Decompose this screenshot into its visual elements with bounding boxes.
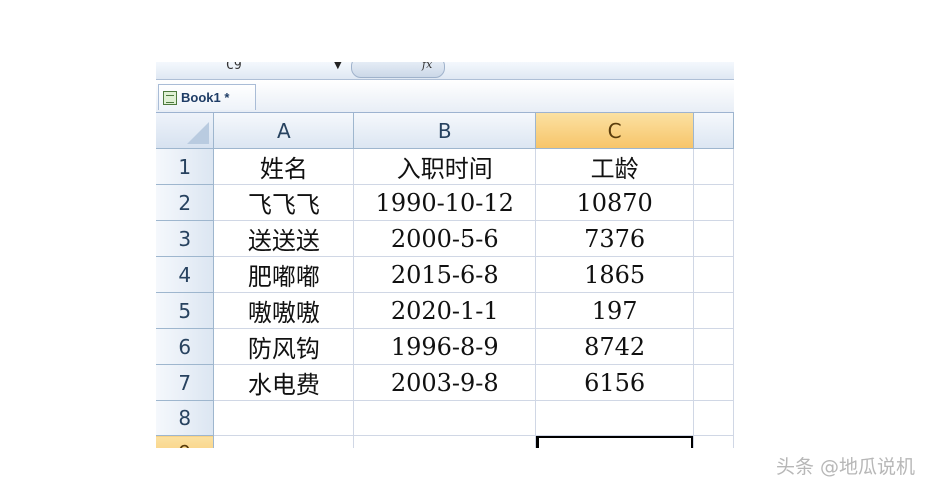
cell[interactable]: 防风钩 [213, 328, 355, 365]
cell[interactable] [693, 220, 734, 257]
row-header[interactable]: 3 [156, 220, 215, 257]
cell[interactable]: 送送送 [213, 220, 355, 257]
cell[interactable] [693, 292, 734, 329]
cell[interactable]: 197 [535, 292, 695, 329]
name-box[interactable]: C9 [226, 62, 336, 74]
cell[interactable]: 1865 [535, 256, 695, 293]
cell[interactable]: 入职时间 [353, 148, 537, 185]
formula-bar: C9 ▼ fx [156, 62, 734, 80]
cell[interactable]: 肥嘟嘟 [213, 256, 355, 293]
worksheet-grid: A B C 1 姓名 入职时间 工龄 2 飞飞飞 1990-10-12 1087… [156, 113, 734, 448]
cell[interactable]: 10870 [535, 184, 695, 221]
excel-workbook-icon [163, 90, 177, 105]
cell[interactable]: 1996-8-9 [353, 328, 537, 365]
column-header-b[interactable]: B [353, 113, 537, 149]
cell[interactable]: 2003-9-8 [353, 364, 537, 401]
row-header[interactable]: 5 [156, 292, 215, 329]
select-all-corner[interactable] [156, 113, 215, 149]
cell[interactable]: 1990-10-12 [353, 184, 537, 221]
row-header[interactable]: 4 [156, 256, 215, 293]
cell[interactable] [693, 364, 734, 401]
workbook-tab-bar: Book1 * [156, 80, 734, 113]
row-header[interactable]: 1 [156, 148, 215, 185]
column-header-c[interactable]: C [535, 113, 695, 149]
cell[interactable] [353, 400, 537, 436]
row-header[interactable]: 8 [156, 400, 215, 436]
watermark: 头条 @地瓜说机 [776, 456, 916, 478]
cell[interactable]: 2020-1-1 [353, 292, 537, 329]
fx-icon[interactable]: fx [422, 62, 432, 71]
cell[interactable] [213, 435, 355, 448]
row-header[interactable]: 9 [156, 435, 215, 448]
cell[interactable] [353, 435, 537, 448]
row-header[interactable]: 7 [156, 364, 215, 401]
cell[interactable] [693, 328, 734, 365]
cell[interactable]: 工龄 [535, 148, 695, 185]
table-row: 9 [156, 435, 734, 448]
cell[interactable]: 嗷嗷嗷 [213, 292, 355, 329]
cell[interactable]: 2000-5-6 [353, 220, 537, 257]
tab-book1[interactable]: Book1 * [158, 84, 256, 110]
column-header-a[interactable]: A [213, 113, 355, 149]
row-header[interactable]: 2 [156, 184, 215, 221]
table-row: 8 [156, 400, 734, 436]
table-row: 4 肥嘟嘟 2015-6-8 1865 [156, 256, 734, 293]
cell[interactable]: 2015-6-8 [353, 256, 537, 293]
table-row: 7 水电费 2003-9-8 6156 [156, 364, 734, 401]
table-row: 5 嗷嗷嗷 2020-1-1 197 [156, 292, 734, 329]
column-header-row: A B C [156, 113, 734, 149]
cell[interactable] [213, 400, 355, 436]
spreadsheet-window: C9 ▼ fx Book1 * A B C 1 姓名 入职时间 工龄 2 飞飞飞… [156, 62, 734, 448]
cell[interactable] [693, 184, 734, 221]
table-row: 6 防风钩 1996-8-9 8742 [156, 328, 734, 365]
cell[interactable] [535, 400, 695, 436]
cell[interactable]: 姓名 [213, 148, 355, 185]
chevron-down-icon[interactable]: ▼ [334, 62, 342, 71]
cell[interactable]: 飞飞飞 [213, 184, 355, 221]
cell[interactable] [693, 148, 734, 185]
cell[interactable]: 6156 [535, 364, 695, 401]
table-row: 3 送送送 2000-5-6 7376 [156, 220, 734, 257]
table-row: 2 飞飞飞 1990-10-12 10870 [156, 184, 734, 221]
column-header-d[interactable] [693, 113, 734, 149]
tab-label: Book1 * [181, 90, 230, 105]
cell[interactable] [693, 400, 734, 436]
cell[interactable]: 7376 [535, 220, 695, 257]
selected-cell[interactable] [535, 435, 695, 448]
table-row: 1 姓名 入职时间 工龄 [156, 148, 734, 185]
row-header[interactable]: 6 [156, 328, 215, 365]
cell[interactable]: 8742 [535, 328, 695, 365]
cell[interactable] [693, 435, 734, 448]
cell[interactable] [693, 256, 734, 293]
cell[interactable]: 水电费 [213, 364, 355, 401]
